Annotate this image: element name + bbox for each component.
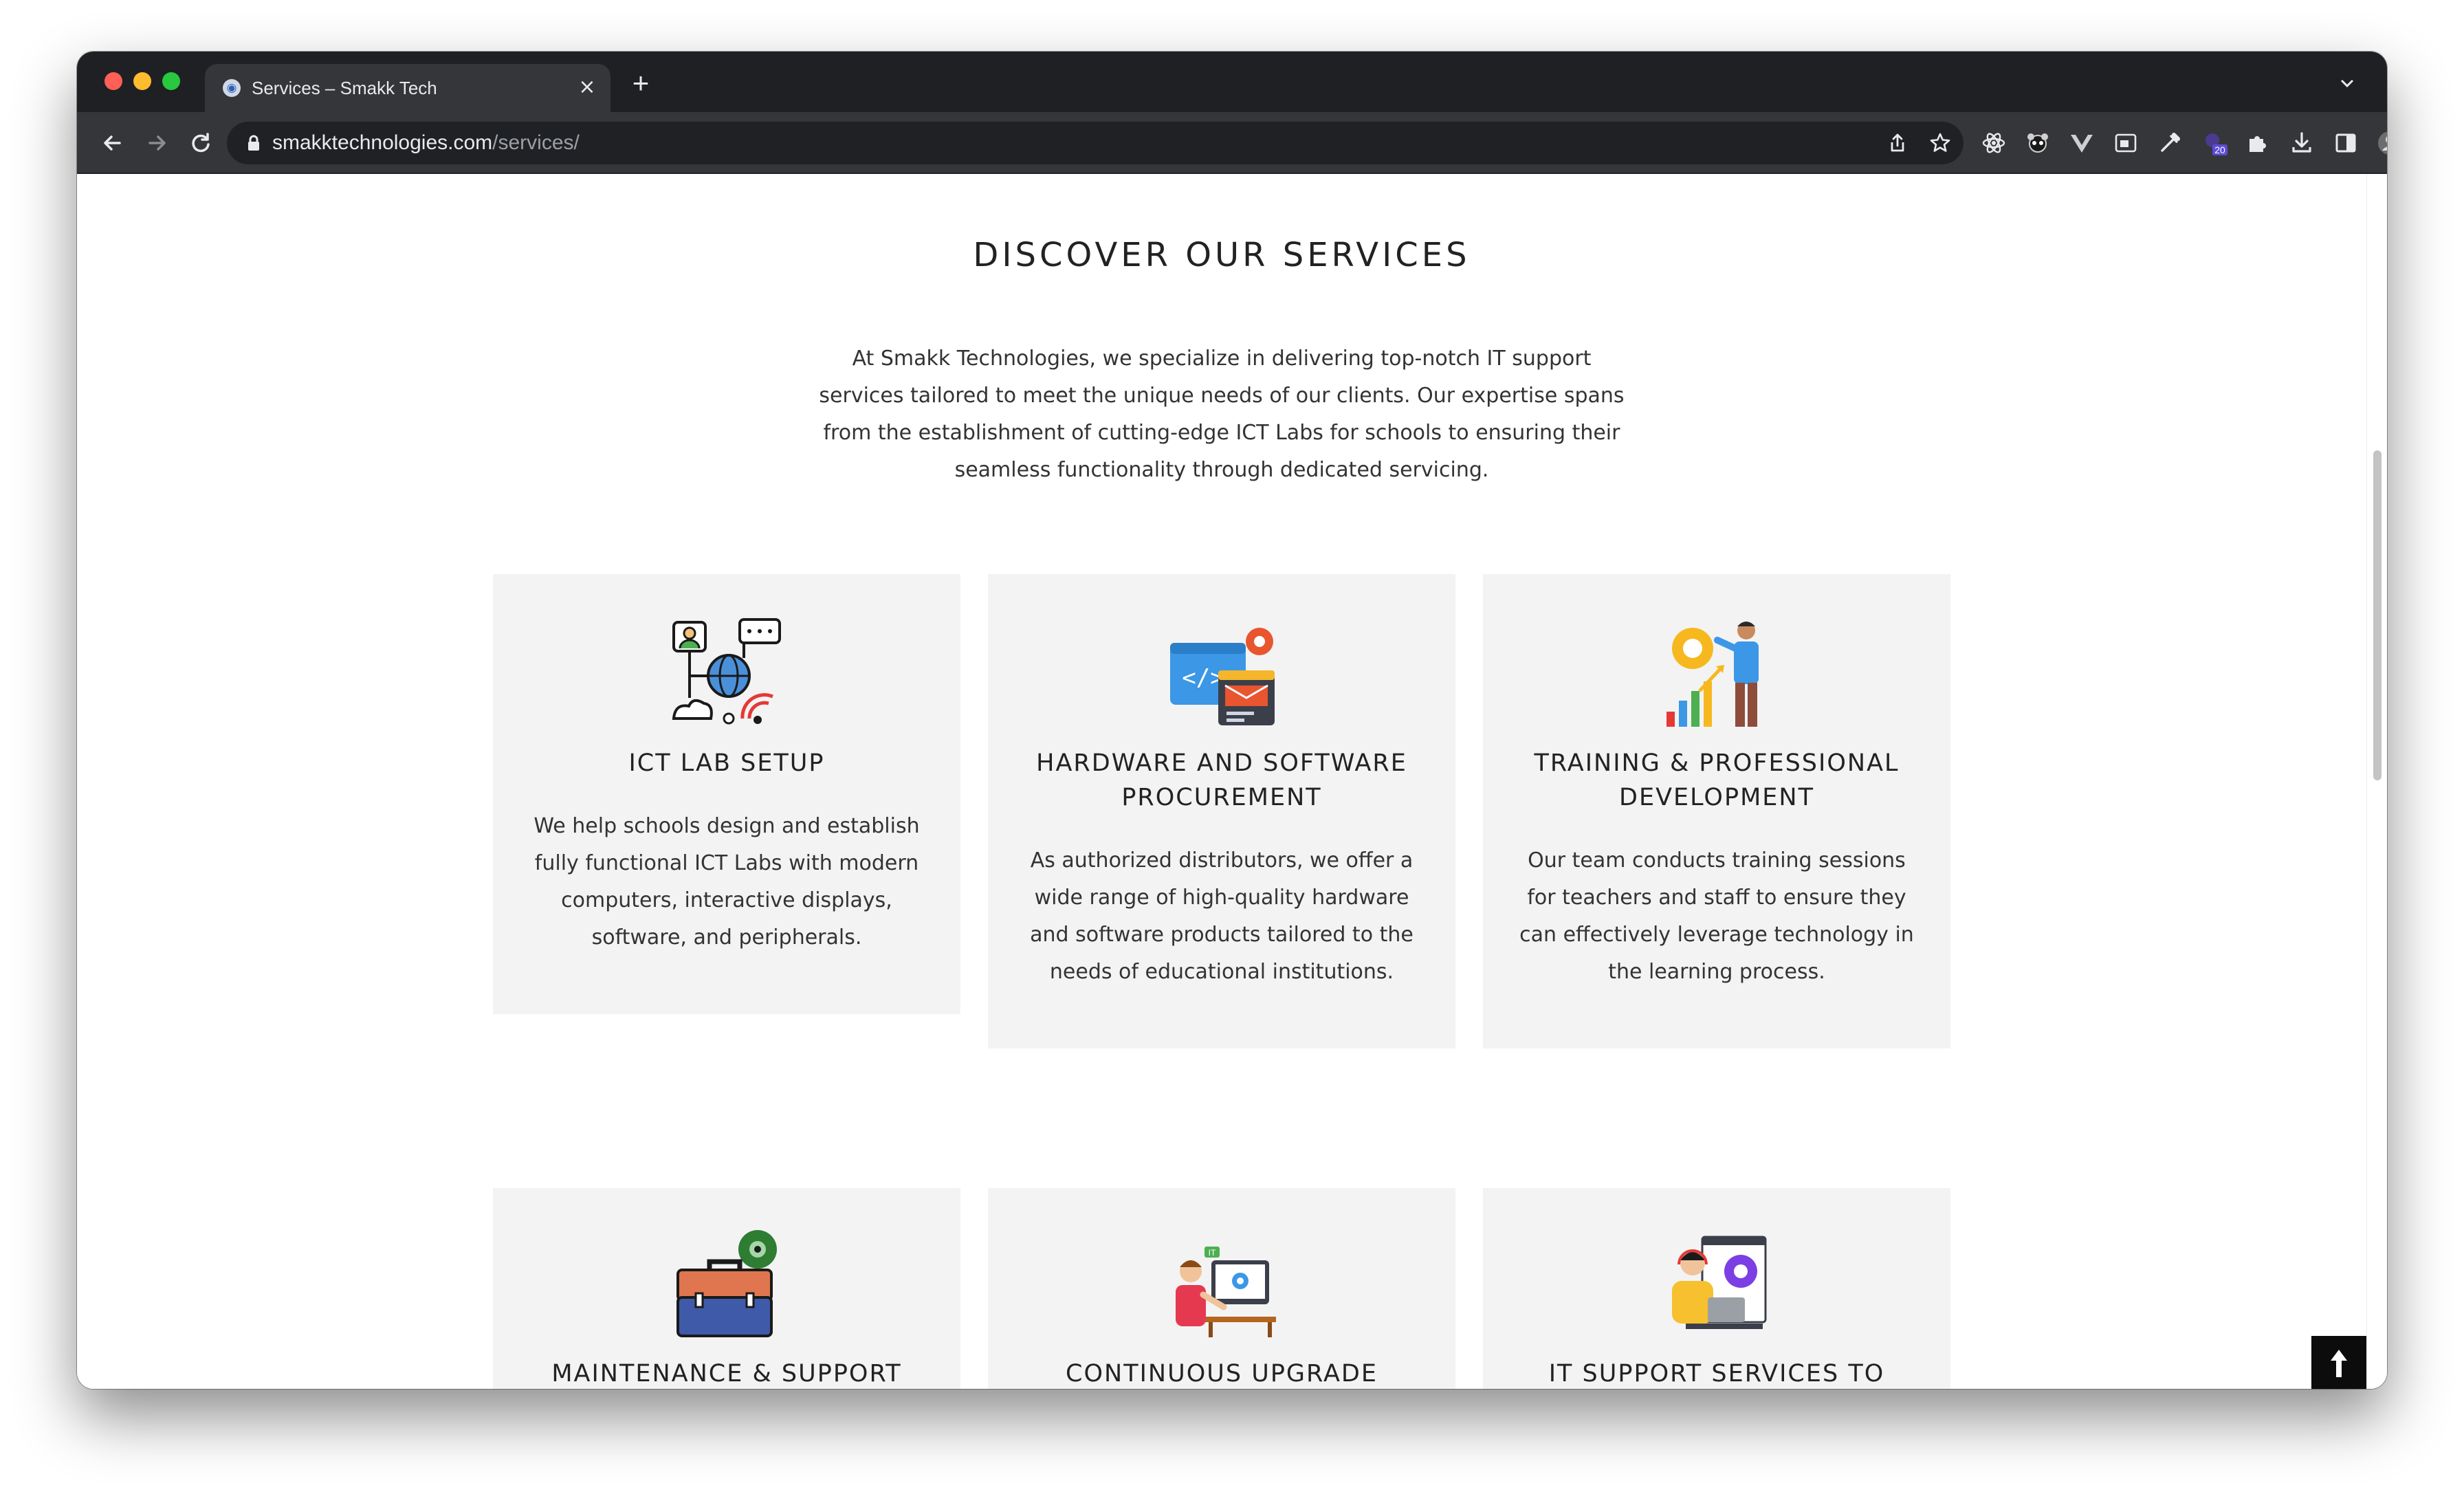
minimize-window-button[interactable] (133, 72, 151, 90)
page-viewport: DISCOVER OUR SERVICES At Smakk Technolog… (77, 174, 2366, 1389)
browser-toolbar: smakktechnologies.com/services/ 20 (77, 112, 2387, 174)
service-description: As authorized distributors, we offer a w… (1030, 848, 1414, 984)
bookmark-star-icon[interactable] (1928, 131, 1952, 155)
service-description: Our team conducts training sessions for … (1519, 848, 1914, 984)
service-description: We help schools design and establish ful… (534, 814, 920, 950)
new-tab-button[interactable]: + (626, 68, 656, 98)
service-title: IT SUPPORT SERVICES TO BUSINESSES (1548, 1360, 1885, 1387)
side-panel-icon[interactable] (2331, 128, 2361, 158)
url-path: /services/ (492, 131, 580, 154)
it-technician-icon: IT (1176, 1247, 1276, 1337)
page-scrollbar[interactable] (2366, 174, 2387, 1389)
support-agent-icon (1672, 1236, 1767, 1329)
tab-bar: ◉ Services – Smakk Tech × + (77, 52, 2387, 112)
service-card-it-support: IT SUPPORT SERVICES TO BUSINESSES (1483, 1188, 1950, 1389)
color-picker-icon[interactable] (2155, 128, 2185, 158)
scrollbar-thumb[interactable] (2373, 450, 2382, 780)
tab-services[interactable]: ◉ Services – Smakk Tech × (205, 64, 610, 112)
browser-window: ◉ Services – Smakk Tech × + smakktechnol… (77, 52, 2387, 1389)
svg-text:</>: </> (1182, 664, 1224, 692)
service-card-upgrade: IT CONTINUOUS UPGRADE (988, 1188, 1455, 1389)
extension-badge: 20 (2214, 144, 2225, 155)
share-icon[interactable] (1885, 131, 1910, 155)
reload-icon[interactable] (186, 128, 216, 158)
back-to-top-button[interactable] (2311, 1336, 2366, 1389)
forward-arrow-icon[interactable] (142, 128, 172, 158)
service-card-procurement: </> HARDWARE AND SOFTWARE PROCUREMENT As… (988, 574, 1455, 1049)
back-arrow-icon[interactable] (98, 128, 128, 158)
arrow-up-icon (2331, 1350, 2347, 1377)
address-bar[interactable]: smakktechnologies.com/services/ (227, 122, 1964, 164)
url-host: smakktechnologies.com (272, 131, 493, 154)
close-window-button[interactable] (104, 72, 122, 90)
toolbox-gear-icon (676, 1230, 777, 1337)
maximize-window-button[interactable] (162, 72, 180, 90)
profile-avatar-icon[interactable] (2375, 128, 2387, 158)
code-window-gear-icon: </> (1170, 628, 1275, 725)
service-title: ICT LAB SETUP (628, 749, 825, 777)
presenter-growth-icon (1666, 622, 1759, 727)
service-title: CONTINUOUS UPGRADE (1066, 1360, 1378, 1387)
tab-search-chevron-icon[interactable] (2335, 71, 2360, 96)
service-card-ict-lab: ICT LAB SETUP We help schools design and… (493, 574, 960, 1014)
panda-extension-icon[interactable] (2023, 128, 2053, 158)
window-extension-icon[interactable] (2111, 128, 2141, 158)
section-title: DISCOVER OUR SERVICES (973, 236, 1471, 274)
puzzle-extensions-icon[interactable] (2243, 128, 2273, 158)
counter-extension-icon[interactable]: 20 (2199, 128, 2229, 158)
service-title: HARDWARE AND SOFTWARE PROCUREMENT (1036, 749, 1407, 811)
globe-favicon-icon: ◉ (223, 79, 241, 97)
intro-paragraph: At Smakk Technologies, we specialize in … (819, 347, 1625, 482)
network-globe-icon (672, 618, 781, 725)
vue-devtools-icon[interactable] (2067, 128, 2097, 158)
service-title: MAINTENANCE & SUPPORT (551, 1360, 902, 1387)
service-card-maintenance: MAINTENANCE & SUPPORT (493, 1188, 960, 1389)
url-text[interactable]: smakktechnologies.com/services/ (272, 130, 580, 156)
close-tab-icon[interactable]: × (575, 75, 600, 100)
svg-text:IT: IT (1209, 1248, 1216, 1258)
service-title: TRAINING & PROFESSIONAL DEVELOPMENT (1534, 749, 1900, 811)
service-card-training: TRAINING & PROFESSIONAL DEVELOPMENT Our … (1483, 574, 1950, 1049)
tab-title: Services – Smakk Tech (252, 78, 437, 98)
react-devtools-icon[interactable] (1979, 128, 2009, 158)
download-icon[interactable] (2287, 128, 2317, 158)
lock-icon[interactable] (246, 134, 261, 152)
